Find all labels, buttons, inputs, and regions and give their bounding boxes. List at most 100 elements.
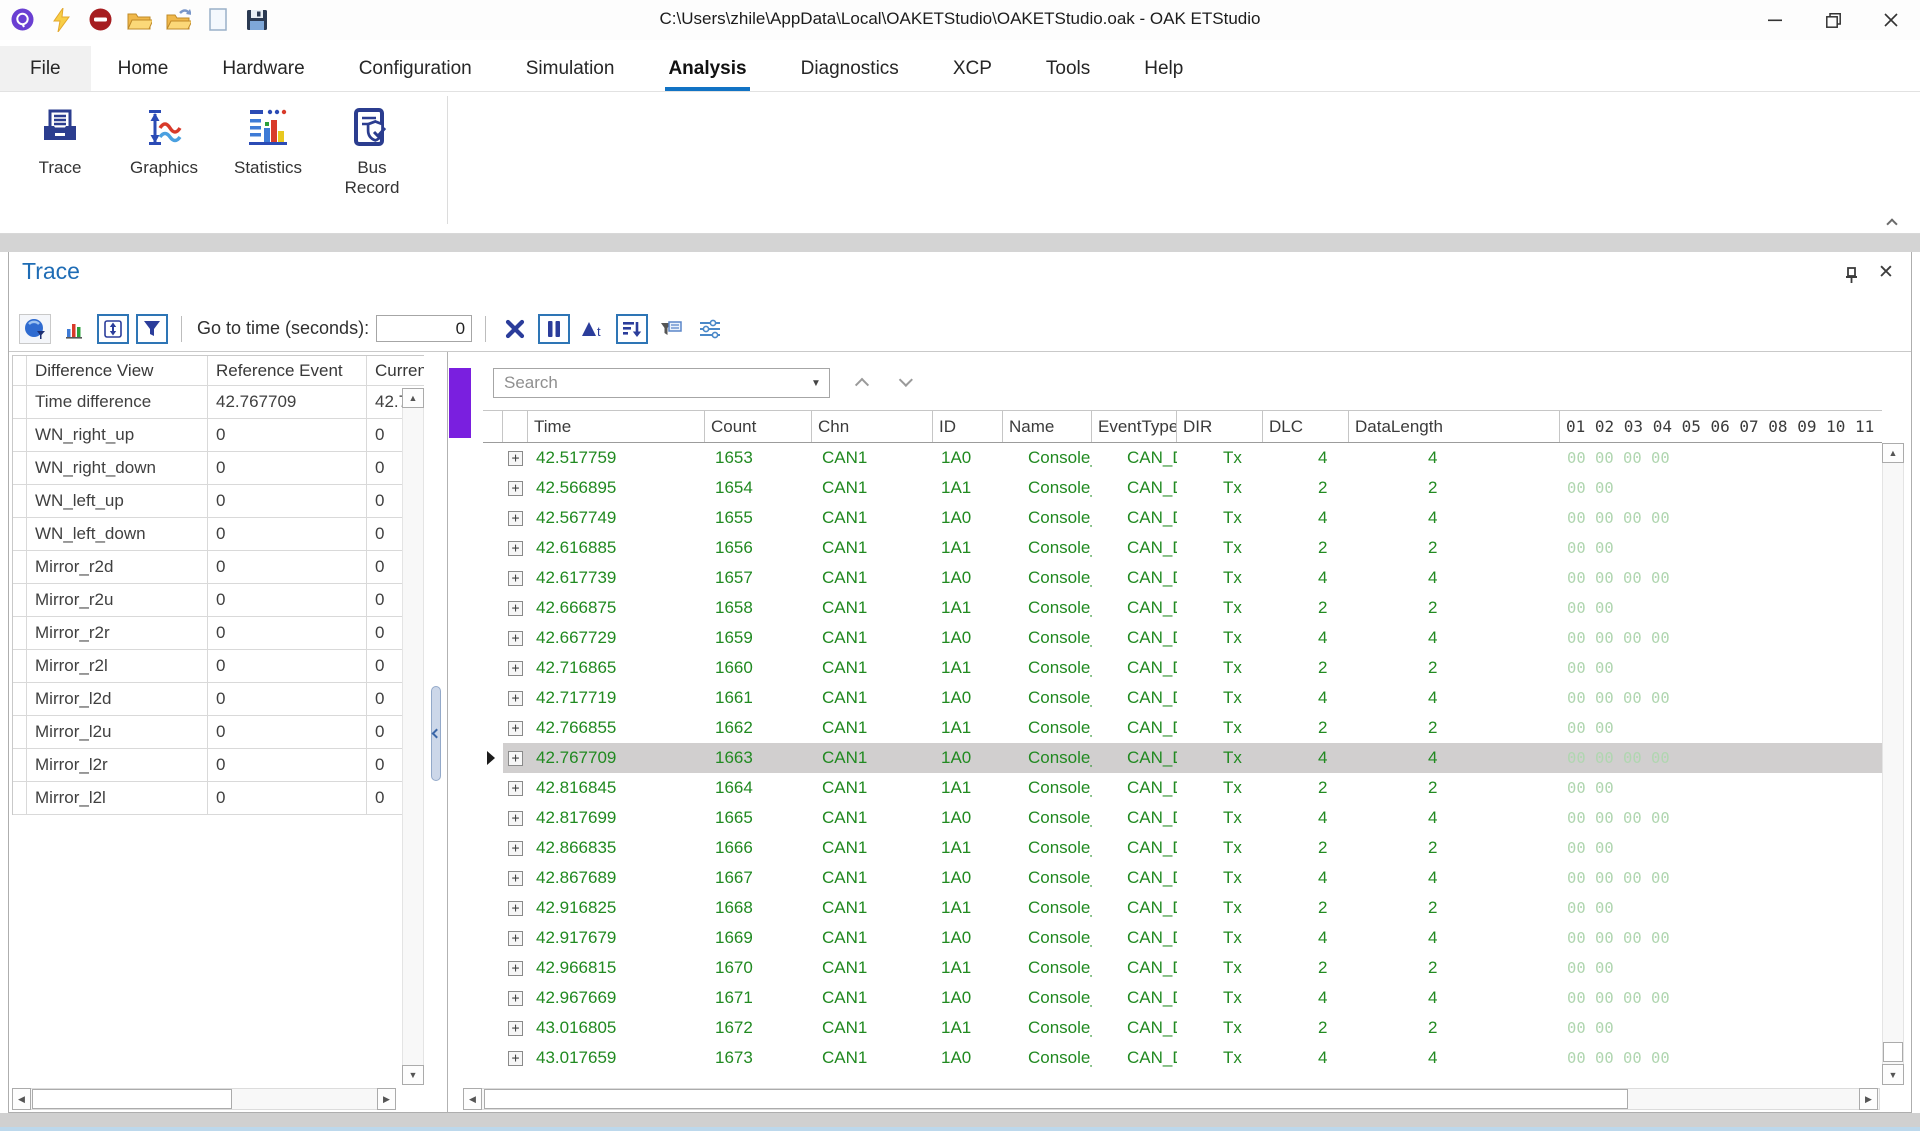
menu-tab-diagnostics[interactable]: Diagnostics xyxy=(774,46,926,91)
diff-header-name[interactable]: Difference View xyxy=(27,356,208,386)
expand-icon[interactable]: + xyxy=(508,931,523,946)
ribbon-button-graphics[interactable]: Graphics xyxy=(112,106,216,198)
difference-row[interactable]: Mirror_r2u00 xyxy=(13,584,424,617)
goto-time-input[interactable] xyxy=(376,315,472,342)
trace-header-dir[interactable]: DIR xyxy=(1177,411,1263,442)
diff-scroll-left-icon[interactable]: ◀ xyxy=(12,1088,31,1110)
menu-tab-hardware[interactable]: Hardware xyxy=(195,46,331,91)
expand-icon[interactable]: + xyxy=(508,1051,523,1066)
menu-tab-home[interactable]: Home xyxy=(91,46,196,91)
trace-row[interactable]: +42.9168251668CAN11A1Console_2CAN_DataTx… xyxy=(483,893,1882,923)
trace-scroll-left-icon[interactable]: ◀ xyxy=(463,1088,482,1110)
trace-header-datalength[interactable]: DataLength xyxy=(1349,411,1560,442)
trace-header-dlc[interactable]: DLC xyxy=(1263,411,1349,442)
expand-icon[interactable]: + xyxy=(508,661,523,676)
trace-row[interactable]: +42.6168851656CAN11A1Console_2CAN_DataTx… xyxy=(483,533,1882,563)
expand-icon[interactable]: + xyxy=(508,1021,523,1036)
expand-icon[interactable]: + xyxy=(508,631,523,646)
menu-tab-simulation[interactable]: Simulation xyxy=(499,46,642,91)
trace-row[interactable]: +42.7168651660CAN11A1Console_2CAN_DataTx… xyxy=(483,653,1882,683)
trace-row[interactable]: +42.6177391657CAN11A0Console_1CAN_DataTx… xyxy=(483,563,1882,593)
difference-row[interactable]: Mirror_l2r00 xyxy=(13,749,424,782)
expand-icon[interactable]: + xyxy=(508,781,523,796)
diff-vertical-scrollbar[interactable] xyxy=(402,388,424,1085)
ribbon-button-trace[interactable]: Trace xyxy=(8,106,112,198)
trace-row[interactable]: +42.7668551662CAN11A1Console_2CAN_DataTx… xyxy=(483,713,1882,743)
expand-icon[interactable]: + xyxy=(508,991,523,1006)
menu-tab-configuration[interactable]: Configuration xyxy=(332,46,499,91)
clear-icon[interactable] xyxy=(499,314,531,344)
trace-hscroll-thumb[interactable] xyxy=(484,1089,1628,1109)
expand-icon[interactable]: + xyxy=(508,541,523,556)
expand-icon[interactable]: + xyxy=(508,451,523,466)
trace-header-hex-bytes[interactable]: 01 02 03 04 05 06 07 08 09 10 11 xyxy=(1560,411,1882,442)
diff-scroll-down-icon[interactable]: ▼ xyxy=(402,1065,424,1085)
trace-vscroll-thumb[interactable] xyxy=(1883,1042,1903,1062)
search-input[interactable] xyxy=(494,373,803,393)
autoscroll-icon[interactable] xyxy=(97,314,129,344)
trace-row[interactable]: +43.0176591673CAN11A0Console_1CAN_DataTx… xyxy=(483,1043,1882,1073)
difference-row[interactable]: Mirror_l2d00 xyxy=(13,683,424,716)
trace-scroll-down-icon[interactable]: ▼ xyxy=(1882,1064,1904,1085)
difference-row[interactable]: WN_left_down00 xyxy=(13,518,424,551)
trace-header-eventtype[interactable]: EventType xyxy=(1092,411,1177,442)
menu-tab-file[interactable]: File xyxy=(0,46,91,91)
trace-vertical-scrollbar[interactable] xyxy=(1882,443,1904,1085)
pause-icon[interactable] xyxy=(538,314,570,344)
diff-hscroll-thumb[interactable] xyxy=(32,1089,232,1109)
trace-row[interactable]: +42.8676891667CAN11A0Console_1CAN_DataTx… xyxy=(483,863,1882,893)
find-previous-icon[interactable] xyxy=(852,372,872,392)
filter-icon[interactable] xyxy=(136,314,168,344)
menu-tab-analysis[interactable]: Analysis xyxy=(641,46,773,91)
trace-row[interactable]: +42.7177191661CAN11A0Console_1CAN_DataTx… xyxy=(483,683,1882,713)
sort-down-icon[interactable] xyxy=(616,314,648,344)
trace-row[interactable]: +42.9676691671CAN11A0Console_1CAN_DataTx… xyxy=(483,983,1882,1013)
diff-header-current[interactable]: Current Event xyxy=(367,356,424,386)
trace-header-count[interactable]: Count xyxy=(705,411,812,442)
menu-tab-help[interactable]: Help xyxy=(1117,46,1210,91)
trace-header-chn[interactable]: Chn xyxy=(812,411,933,442)
columns-settings-icon[interactable] xyxy=(694,314,726,344)
difference-row[interactable]: Mirror_r2r00 xyxy=(13,617,424,650)
diff-scroll-up-icon[interactable]: ▲ xyxy=(402,388,424,408)
trace-header-name[interactable]: Name xyxy=(1003,411,1092,442)
expand-icon[interactable]: + xyxy=(508,871,523,886)
diff-header-reference[interactable]: Reference Event xyxy=(208,356,367,386)
expand-icon[interactable]: + xyxy=(508,721,523,736)
trace-row[interactable]: +42.9176791669CAN11A0Console_1CAN_DataTx… xyxy=(483,923,1882,953)
difference-row[interactable]: Mirror_l2u00 xyxy=(13,716,424,749)
trace-row[interactable]: +42.5668951654CAN11A1Console_2CAN_DataTx… xyxy=(483,473,1882,503)
filter-frame-icon[interactable] xyxy=(655,314,687,344)
close-window-button[interactable] xyxy=(1862,0,1920,40)
find-next-icon[interactable] xyxy=(898,372,918,392)
trace-scroll-up-icon[interactable]: ▲ xyxy=(1882,443,1904,463)
menu-tab-tools[interactable]: Tools xyxy=(1019,46,1117,91)
expand-icon[interactable]: + xyxy=(508,841,523,856)
trace-view-icon[interactable] xyxy=(19,314,51,344)
difference-row[interactable]: WN_right_down00 xyxy=(13,452,424,485)
trace-row[interactable]: +42.8168451664CAN11A1Console_2CAN_DataTx… xyxy=(483,773,1882,803)
ribbon-button-statistics[interactable]: Statistics xyxy=(216,106,320,198)
expand-icon[interactable]: + xyxy=(508,691,523,706)
expand-icon[interactable]: + xyxy=(508,751,523,766)
expand-icon[interactable]: + xyxy=(508,571,523,586)
trace-header-time[interactable]: Time xyxy=(528,411,705,442)
trace-row[interactable]: +42.8668351666CAN11A1Console_2CAN_DataTx… xyxy=(483,833,1882,863)
difference-row[interactable]: Mirror_r2l00 xyxy=(13,650,424,683)
splitter-collapse-handle[interactable] xyxy=(431,686,441,781)
expand-icon[interactable]: + xyxy=(508,901,523,916)
trace-row[interactable]: +42.5177591653CAN11A0Console_1CAN_DataTx… xyxy=(483,443,1882,473)
trace-row[interactable]: +43.0168051672CAN11A1Console_2CAN_DataTx… xyxy=(483,1013,1882,1043)
trace-row[interactable]: +42.5677491655CAN11A0Console_1CAN_DataTx… xyxy=(483,503,1882,533)
difference-row[interactable]: Mirror_r2d00 xyxy=(13,551,424,584)
expand-icon[interactable]: + xyxy=(508,601,523,616)
difference-row[interactable]: WN_left_up00 xyxy=(13,485,424,518)
diff-scroll-right-icon[interactable]: ▶ xyxy=(377,1088,396,1110)
trace-row[interactable]: +42.9668151670CAN11A1Console_2CAN_DataTx… xyxy=(483,953,1882,983)
trace-row[interactable]: +42.6668751658CAN11A1Console_2CAN_DataTx… xyxy=(483,593,1882,623)
expand-icon[interactable]: + xyxy=(508,481,523,496)
collapse-ribbon-icon[interactable] xyxy=(1888,215,1902,225)
trace-row[interactable]: +42.8176991665CAN11A0Console_1CAN_DataTx… xyxy=(483,803,1882,833)
expand-icon[interactable]: + xyxy=(508,511,523,526)
trace-header-id[interactable]: ID xyxy=(933,411,1003,442)
